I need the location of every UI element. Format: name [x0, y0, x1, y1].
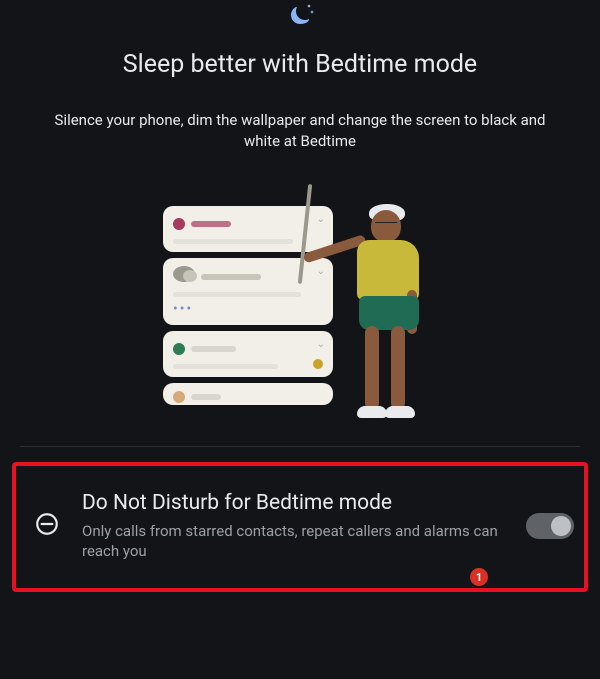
page-subtitle: Silence your phone, dim the wallpaper an…: [0, 110, 600, 152]
page-title: Sleep better with Bedtime mode: [0, 50, 600, 79]
notification-card: [163, 383, 333, 405]
setting-text: Do Not Disturb for Bedtime mode Only cal…: [68, 491, 526, 562]
person-illustration: [327, 200, 437, 430]
setting-description: Only calls from starred contacts, repeat…: [82, 521, 512, 562]
dnd-bedtime-setting-row[interactable]: Do Not Disturb for Bedtime mode Only cal…: [16, 466, 584, 586]
notification-card: ⌄ •••: [163, 258, 333, 325]
bedtime-illustration: ⌄ ⌄ ••• ⌄: [0, 180, 600, 430]
divider: [20, 446, 580, 447]
notification-stack-illustration: ⌄ ⌄ ••• ⌄: [163, 206, 333, 405]
notification-card: ⌄: [163, 331, 333, 377]
toggle-knob: [551, 516, 571, 536]
moon-stars-icon: [283, 0, 317, 34]
dnd-bedtime-toggle[interactable]: [526, 513, 574, 539]
step-badge: 1: [470, 568, 488, 586]
do-not-disturb-icon: [26, 511, 68, 541]
setting-title: Do Not Disturb for Bedtime mode: [82, 491, 512, 515]
